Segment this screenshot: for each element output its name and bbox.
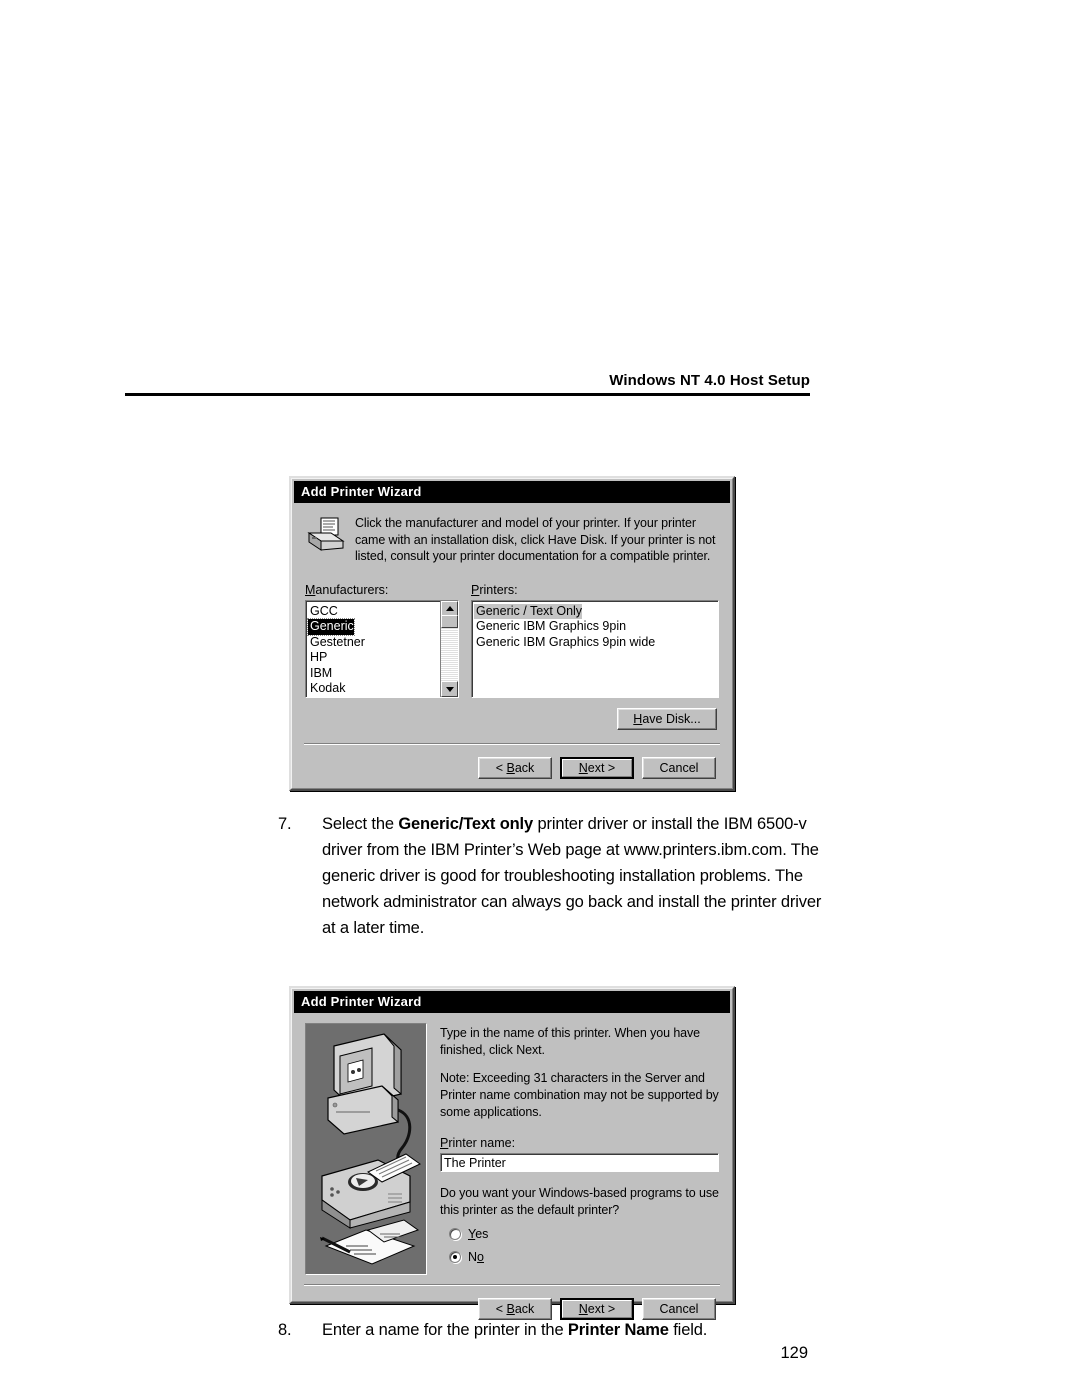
printer-name-label: Printer name: — [440, 1136, 516, 1151]
radio-option-no[interactable]: No — [440, 1250, 719, 1264]
step-7-text: Select the Generic/Text only printer dri… — [278, 812, 823, 941]
step-8-bold: Printer Name — [567, 1321, 669, 1339]
manufacturers-label: Manufacturers: — [305, 582, 389, 597]
list-item[interactable]: Gestetner — [308, 633, 458, 649]
radio-no-icon[interactable] — [449, 1251, 461, 1264]
cancel-button[interactable]: Cancel — [642, 756, 716, 779]
list-item[interactable]: HP — [308, 648, 458, 664]
list-item[interactable]: Generic — [307, 617, 458, 636]
list-item[interactable]: GCC — [308, 602, 458, 618]
step-8-text-a: Enter a name for the printer in the — [322, 1321, 568, 1339]
page-number: 129 — [780, 1344, 808, 1362]
page-header: Windows NT 4.0 Host Setup — [125, 372, 810, 396]
step-8-text: Enter a name for the printer in the Prin… — [278, 1318, 823, 1344]
next-button[interactable]: Next > — [560, 1298, 634, 1320]
step-8-block: 8. Enter a name for the printer in the P… — [278, 1318, 823, 1344]
manufacturers-listbox[interactable]: GCC Generic Gestetner HP IBM Kodak Kyoce… — [305, 599, 459, 698]
printers-listbox[interactable]: Generic / Text Only Generic IBM Graphics… — [471, 599, 719, 698]
dialog-titlebar: Add Printer Wizard — [294, 481, 730, 503]
scroll-down-arrow-icon[interactable] — [441, 680, 458, 697]
list-item[interactable]: Generic IBM Graphics 9pin — [474, 617, 718, 633]
radio-yes-icon[interactable] — [449, 1228, 461, 1241]
step-7-block: 7. Select the Generic/Text only printer … — [278, 812, 823, 941]
printers-label: Printers: — [471, 582, 518, 597]
header-divider — [125, 393, 810, 396]
dialog-instruction-text: Click the manufacturer and model of your… — [355, 516, 716, 564]
back-button[interactable]: < Back — [478, 756, 552, 779]
list-item-label: Generic IBM Graphics 9pin wide — [476, 634, 656, 649]
printer-name-input[interactable]: The Printer — [440, 1153, 719, 1173]
dialog-titlebar: Add Printer Wizard — [294, 991, 730, 1013]
list-item-label: Kyocera — [308, 697, 356, 698]
add-printer-wizard-dialog-driver-selection: Add Printer Wizard Click the manufacture… — [289, 476, 735, 791]
list-item[interactable]: Generic / Text Only — [474, 602, 718, 620]
list-item[interactable]: Kodak — [308, 679, 458, 695]
step-7-text-a: Select the — [322, 815, 399, 833]
printer-name-note: Note: Exceeding 31 characters in the Ser… — [440, 1071, 719, 1119]
list-item[interactable]: Generic IBM Graphics 9pin wide — [474, 633, 718, 649]
step-8-text-b: field. — [668, 1321, 708, 1339]
default-printer-question: Do you want your Windows-based programs … — [440, 1186, 719, 1217]
list-item[interactable]: Kyocera — [308, 695, 458, 698]
manufacturers-scrollbar[interactable] — [440, 600, 458, 697]
step-7-bold: Generic/Text only — [398, 815, 534, 833]
add-printer-wizard-dialog-printer-name: Add Printer Wizard Type in the name of t… — [289, 986, 735, 1320]
radio-option-yes[interactable]: Yes — [440, 1227, 719, 1241]
scrollbar-thumb[interactable] — [441, 614, 458, 628]
back-button[interactable]: < Back — [478, 1298, 552, 1320]
printer-icon — [305, 515, 351, 565]
step-8-number: 8. — [278, 1321, 292, 1339]
next-button[interactable]: Next > — [560, 756, 634, 779]
cancel-button[interactable]: Cancel — [642, 1298, 716, 1320]
list-item[interactable]: IBM — [308, 664, 458, 680]
printer-name-instruction: Type in the name of this printer. When y… — [440, 1026, 701, 1057]
step-7-text-b: printer driver or install the IBM 6500-v… — [322, 815, 822, 937]
radio-no-label: No — [468, 1250, 484, 1265]
computer-printer-documents-illustration — [305, 1023, 427, 1275]
page-title: Windows NT 4.0 Host Setup — [609, 372, 810, 389]
radio-yes-label: Yes — [468, 1227, 489, 1242]
have-disk-button[interactable]: Have Disk... — [617, 707, 717, 730]
step-7-number: 7. — [278, 815, 292, 833]
